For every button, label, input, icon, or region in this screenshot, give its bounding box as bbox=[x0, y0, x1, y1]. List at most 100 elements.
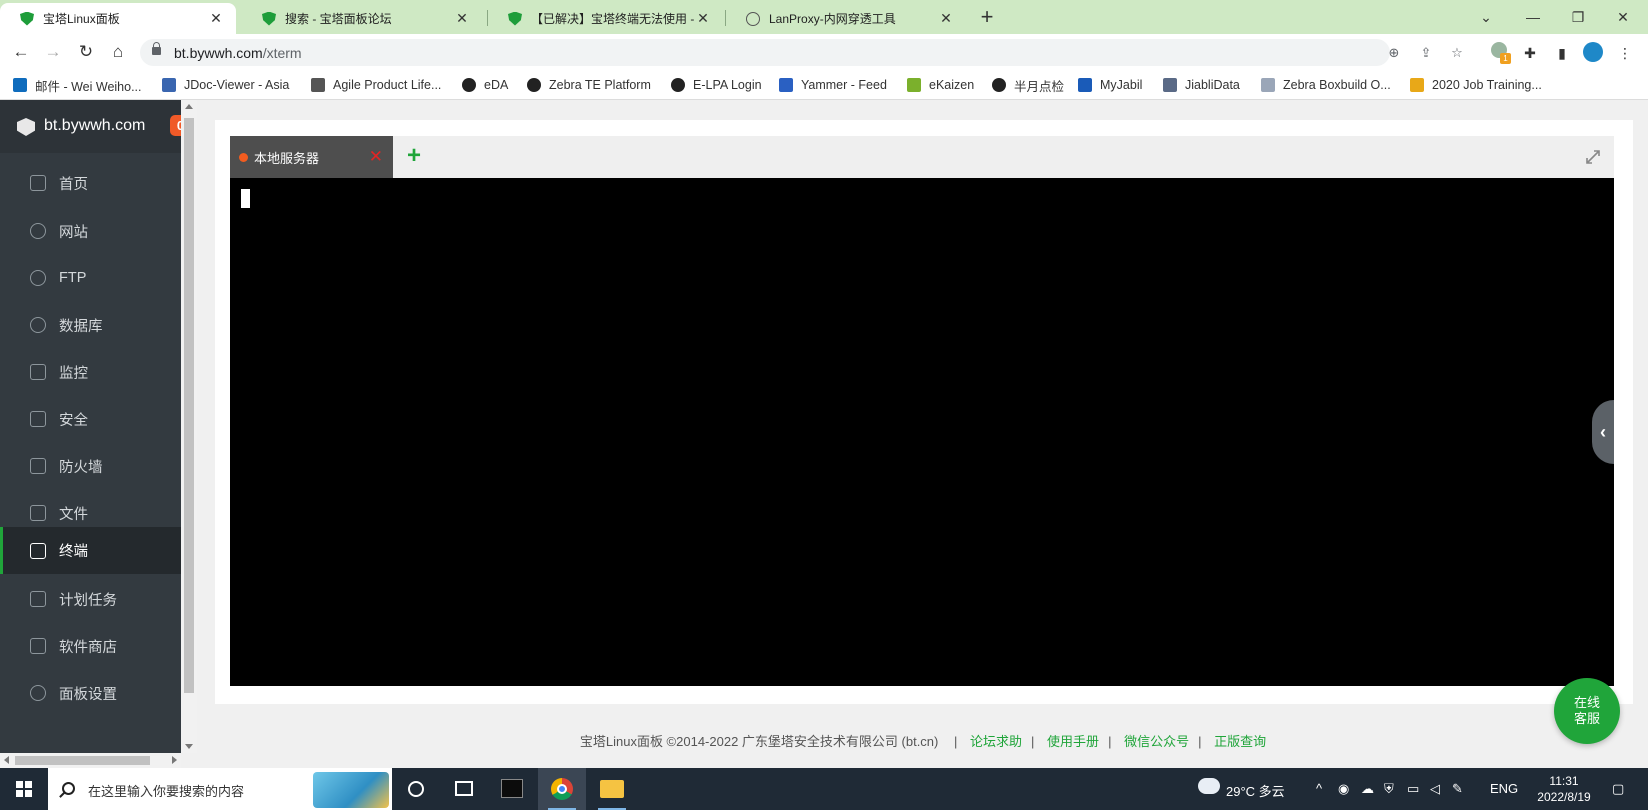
windows-start-icon[interactable] bbox=[16, 781, 32, 797]
terminal-tab-local-server[interactable]: 本地服务器 ✕ bbox=[230, 136, 393, 178]
forward-button[interactable]: → bbox=[41, 40, 65, 64]
shield-icon bbox=[262, 11, 276, 26]
taskbar-search-box[interactable]: 在这里输入你要搜索的内容 bbox=[48, 768, 392, 810]
wechat-account-link[interactable]: 微信公众号 bbox=[1124, 734, 1189, 749]
home-button[interactable]: ⌂ bbox=[106, 40, 130, 64]
sidebar-item-cron[interactable]: 计划任务 bbox=[0, 575, 181, 623]
sidebar-item-security[interactable]: 安全 bbox=[0, 395, 181, 443]
taskbar-app-terminal[interactable] bbox=[488, 768, 536, 810]
sidebar-item-firewall[interactable]: 防火墙 bbox=[0, 442, 181, 490]
browser-tab-forum-search[interactable]: 搜索 - 宝塔面板论坛 ✕ bbox=[242, 3, 482, 34]
pen-icon[interactable]: ✎ bbox=[1452, 781, 1463, 797]
taskbar-app-explorer[interactable] bbox=[588, 768, 636, 810]
chevron-up-icon[interactable]: ^ bbox=[1316, 781, 1322, 796]
sidebar-item-app-store[interactable]: 软件商店 bbox=[0, 622, 181, 670]
profile-avatar[interactable] bbox=[1582, 42, 1604, 64]
back-button[interactable]: ← bbox=[9, 40, 33, 64]
zoom-icon[interactable]: ⊕ bbox=[1384, 43, 1404, 63]
address-bar[interactable]: bt.bywwh.com/xterm ⊕ ⇪ ☆ bbox=[140, 39, 1463, 66]
bookmark-halfmonth-check[interactable]: 半月点检 bbox=[992, 76, 1064, 94]
share-icon[interactable]: ⇪ bbox=[1416, 43, 1436, 63]
bookmark-zebra-boxbuild[interactable]: Zebra Boxbuild O... bbox=[1261, 76, 1391, 94]
reload-button[interactable]: ↻ bbox=[74, 40, 98, 64]
terminal-screen[interactable] bbox=[230, 178, 1614, 686]
tab-search-button[interactable]: ⌄ bbox=[1463, 4, 1509, 30]
close-icon[interactable]: ✕ bbox=[938, 10, 954, 27]
browser-tab-baota-panel[interactable]: 宝塔Linux面板 ✕ bbox=[0, 3, 236, 34]
extension-account-icon[interactable]: 1 bbox=[1488, 42, 1511, 64]
shield-icon bbox=[20, 11, 34, 26]
browser-tab-lanproxy[interactable]: LanProxy-内网穿透工具 ✕ bbox=[726, 3, 966, 34]
system-clock[interactable]: 11:31 2022/8/19 bbox=[1528, 773, 1600, 805]
tray-app-icon[interactable]: ◉ bbox=[1338, 781, 1349, 797]
sidebar-item-database[interactable]: 数据库 bbox=[0, 301, 181, 349]
new-tab-button[interactable]: + bbox=[975, 4, 999, 30]
bookmark-agile[interactable]: Agile Product Life... bbox=[311, 76, 441, 94]
ftp-icon bbox=[30, 270, 46, 286]
extensions-puzzle-icon[interactable]: ✚ bbox=[1519, 42, 1541, 64]
scroll-left-arrow-icon[interactable] bbox=[4, 756, 9, 764]
scroll-right-arrow-icon[interactable] bbox=[172, 756, 177, 764]
bookmark-star-icon[interactable]: ☆ bbox=[1447, 43, 1467, 63]
scroll-up-arrow-icon[interactable] bbox=[185, 104, 193, 109]
browser-menu-icon[interactable]: ⋮ bbox=[1614, 42, 1636, 64]
browser-tab-solved-thread[interactable]: 【已解决】宝塔终端无法使用 - L ✕ bbox=[488, 3, 723, 34]
gear-icon bbox=[30, 685, 46, 701]
scrollbar-thumb[interactable] bbox=[15, 756, 150, 765]
close-icon[interactable]: ✕ bbox=[695, 10, 711, 27]
forum-help-link[interactable]: 论坛求助 bbox=[970, 734, 1022, 749]
main-content: 本地服务器 ✕ + ‹ 宝塔Linux面板 ©2014-2022 广东堡塔安全技… bbox=[198, 100, 1648, 768]
license-check-link[interactable]: 正版查询 bbox=[1214, 734, 1266, 749]
calendar-icon bbox=[30, 591, 46, 607]
chart-bars-icon bbox=[1163, 78, 1177, 92]
sidebar-item-website[interactable]: 网站 bbox=[0, 207, 181, 255]
add-terminal-button[interactable]: + bbox=[407, 143, 421, 169]
chevron-left-icon: ‹ bbox=[1600, 422, 1606, 442]
restore-button[interactable]: ❐ bbox=[1555, 4, 1601, 30]
minimize-button[interactable]: — bbox=[1510, 4, 1556, 30]
support-label-line1: 在线 bbox=[1573, 695, 1600, 710]
sidebar-scrollbar[interactable] bbox=[181, 100, 197, 753]
task-view-button[interactable] bbox=[440, 768, 488, 810]
security-shield-icon[interactable]: ⛨ bbox=[1384, 781, 1394, 797]
bookmark-jdoc[interactable]: JDoc-Viewer - Asia bbox=[162, 76, 289, 94]
fullscreen-icon[interactable] bbox=[1584, 148, 1602, 166]
notifications-icon[interactable]: ▢ bbox=[1612, 781, 1624, 797]
onedrive-icon[interactable]: ☁ bbox=[1361, 781, 1374, 797]
close-icon[interactable]: ✕ bbox=[208, 10, 224, 27]
bookmark-ekaizen[interactable]: eKaizen bbox=[907, 76, 974, 94]
user-manual-link[interactable]: 使用手册 bbox=[1047, 734, 1099, 749]
bookmark-jiablidata[interactable]: JiabliData bbox=[1163, 76, 1240, 94]
sidebar-item-terminal[interactable]: 终端 bbox=[0, 527, 181, 574]
scroll-down-arrow-icon[interactable] bbox=[185, 744, 193, 749]
task-view-cortana-button[interactable] bbox=[392, 768, 440, 810]
scrollbar-thumb[interactable] bbox=[184, 118, 194, 693]
sidebar-horizontal-scrollbar[interactable] bbox=[0, 753, 181, 768]
weather-icon[interactable] bbox=[1198, 778, 1220, 797]
bookmark-elpa[interactable]: E-LPA Login bbox=[671, 76, 762, 94]
bookmark-zebra-te[interactable]: Zebra TE Platform bbox=[527, 76, 651, 94]
close-icon[interactable]: ✕ bbox=[454, 10, 470, 27]
sidebar-item-monitor[interactable]: 监控 bbox=[0, 348, 181, 396]
network-icon[interactable]: ▭ bbox=[1407, 781, 1419, 797]
sidebar-item-ftp[interactable]: FTP bbox=[0, 254, 181, 302]
side-panel-icon[interactable]: ▮ bbox=[1551, 42, 1573, 64]
bookmark-mail[interactable]: 邮件 - Wei Weiho... bbox=[13, 76, 142, 94]
close-window-button[interactable]: ✕ bbox=[1600, 4, 1646, 30]
sidebar-item-home[interactable]: 首页 bbox=[0, 159, 181, 207]
collapse-panel-button[interactable]: ‹ bbox=[1592, 400, 1614, 464]
close-icon[interactable]: ✕ bbox=[369, 147, 383, 167]
bookmark-eda[interactable]: eDA bbox=[462, 76, 508, 94]
bookmark-myjabil[interactable]: MyJabil bbox=[1078, 76, 1142, 94]
online-support-button[interactable]: 在线 客服 bbox=[1554, 678, 1620, 744]
bookmark-job-training[interactable]: 2020 Job Training... bbox=[1410, 76, 1542, 94]
sidebar-item-settings[interactable]: 面板设置 bbox=[0, 669, 181, 717]
volume-muted-icon[interactable]: ◁ bbox=[1430, 781, 1440, 797]
clock-date: 2022/8/19 bbox=[1537, 790, 1591, 804]
ekaizen-icon bbox=[907, 78, 921, 92]
bookmark-yammer[interactable]: Yammer - Feed bbox=[779, 76, 887, 94]
taskbar-app-chrome[interactable] bbox=[538, 768, 586, 810]
search-highlight-image bbox=[313, 772, 389, 808]
weather-text[interactable]: 29°C 多云 bbox=[1226, 781, 1285, 800]
input-language-indicator[interactable]: ENG bbox=[1490, 781, 1518, 796]
